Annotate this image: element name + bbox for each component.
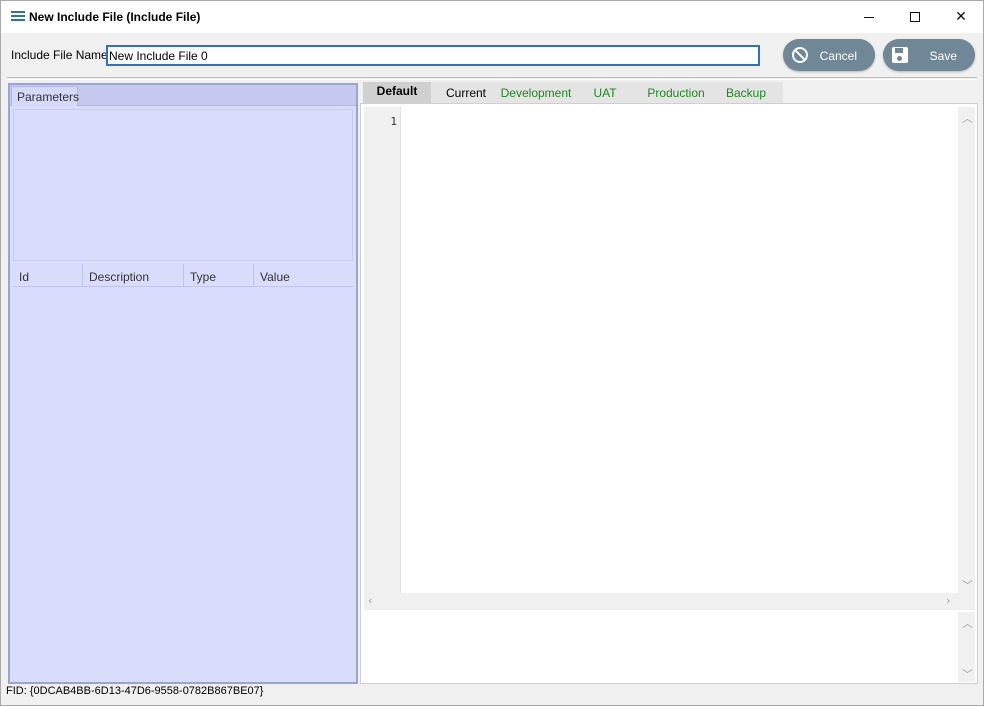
parameters-detail-area[interactable] [13,109,353,261]
output-vertical-scrollbar[interactable]: ︿ ﹀ [958,612,975,682]
app-menu-icon[interactable] [11,11,25,23]
parameters-panel: Parameters Id Description Type Value [8,83,358,684]
minimize-button[interactable] [846,1,892,33]
column-header-description[interactable]: Description [83,264,184,287]
environment-tabs: Default Current Development UAT Producti… [363,82,783,103]
column-header-value[interactable]: Value [254,264,353,287]
code-editor[interactable] [402,107,957,593]
line-number-gutter: 1 [364,107,401,593]
output-pane[interactable] [364,612,958,682]
tab-backup[interactable]: Backup [717,82,775,103]
minimize-icon [864,16,874,18]
scrollbar-corner [958,593,975,610]
column-header-type[interactable]: Type [184,264,254,287]
tab-uat[interactable]: UAT [575,82,635,103]
tab-default[interactable]: Default [363,82,431,103]
fid-status: FID: {0DCAB4BB-6D13-47D6-9558-0782B867BE… [6,685,264,697]
parameters-grid-header: Id Description Type Value [13,264,353,287]
maximize-button[interactable] [892,1,938,33]
scroll-left-icon[interactable]: ‹ [368,594,372,607]
include-file-name-input[interactable] [106,45,760,66]
header-separator [7,77,977,80]
scroll-down-icon[interactable]: ﹀ [962,577,973,593]
cancel-button-label: Cancel [819,49,857,63]
output-scroll-up-icon[interactable]: ︿ [962,615,973,631]
include-file-name-label: Include File Name [11,48,108,62]
scroll-right-icon[interactable]: › [946,594,950,607]
scroll-up-icon[interactable]: ︿ [962,110,973,126]
title-bar[interactable]: New Include File (Include File) ✕ [1,1,983,33]
code-editor-frame: 1 ︿ ﹀ ‹ › ︿ ﹀ [360,103,978,684]
editor-vertical-scrollbar[interactable]: ︿ ﹀ [958,107,975,593]
window-title: New Include File (Include File) [29,10,201,24]
maximize-icon [910,12,920,22]
save-button-label: Save [929,49,957,63]
close-icon: ✕ [955,9,967,25]
tab-parameters[interactable]: Parameters [11,86,79,106]
cancel-button[interactable]: Cancel [783,39,875,71]
tab-production[interactable]: Production [635,82,717,103]
tab-current[interactable]: Current [435,82,497,103]
column-header-id[interactable]: Id [13,264,83,287]
tab-development[interactable]: Development [497,82,575,103]
cancel-icon [792,47,808,63]
close-button[interactable]: ✕ [938,1,984,33]
save-button[interactable]: Save [883,39,975,71]
parameters-tabstrip: Parameters [10,85,356,106]
save-icon [892,47,908,63]
line-number: 1 [390,115,397,128]
include-file-window: New Include File (Include File) ✕ Includ… [0,0,984,706]
editor-horizontal-scrollbar[interactable]: ‹ › [364,593,958,610]
output-scroll-down-icon[interactable]: ﹀ [962,666,973,682]
